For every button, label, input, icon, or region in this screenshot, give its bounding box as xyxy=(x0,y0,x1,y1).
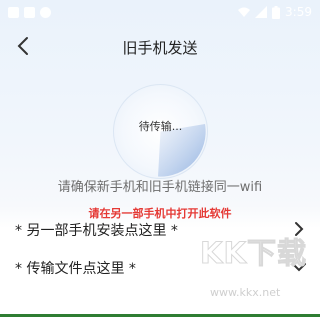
transfer-files-label: * 传输文件点这里 * xyxy=(15,261,136,277)
install-other-phone-label: * 另一部手机安装点这里 * xyxy=(15,223,178,239)
radar-status: 待传输... xyxy=(138,120,183,133)
circle-notification-icon xyxy=(40,7,51,18)
page-title: 旧手机发送 xyxy=(122,39,198,57)
status-bar: 3:59 xyxy=(0,0,320,24)
watermark: KK下载 www.kkx.net xyxy=(200,230,318,310)
watermark-logo: KK下载 xyxy=(200,236,307,271)
transfer-radar: 待传输... xyxy=(113,84,208,179)
clock: 3:59 xyxy=(285,5,312,19)
status-right: 3:59 xyxy=(238,4,312,20)
header: 旧手机发送 xyxy=(0,28,320,64)
watermark-url: www.kkx.net xyxy=(210,286,281,299)
signal-icon xyxy=(255,6,268,18)
wifi-hint: 请确保新手机和旧手机链接同一wifi xyxy=(57,180,263,195)
wifi-icon xyxy=(238,7,251,17)
app-notification-icon xyxy=(8,7,19,18)
battery-icon xyxy=(272,5,281,19)
image-notification-icon xyxy=(24,7,35,18)
